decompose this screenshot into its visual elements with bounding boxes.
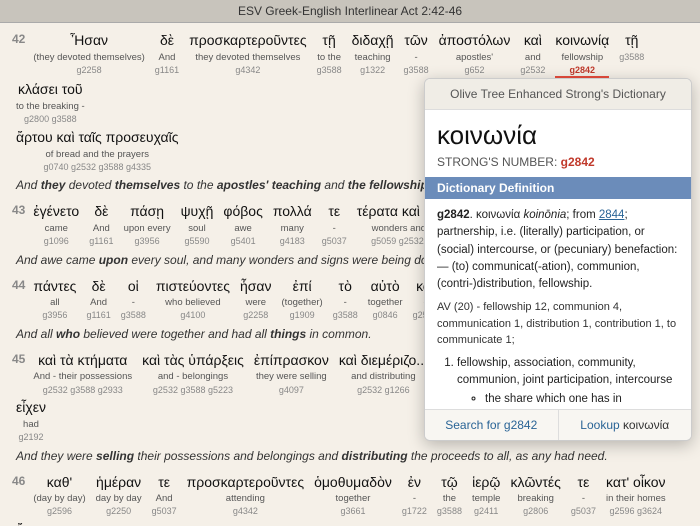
dict-sublist: the share which one has in bbox=[457, 391, 679, 408]
word-kath[interactable]: καθ' (day by day) g2596 bbox=[33, 473, 85, 518]
header-title: ESV Greek-English Interlinear Act 2:42-4… bbox=[238, 4, 462, 18]
word-proskarterountes-42[interactable]: προσκαρτεροῦντες they devoted themselves… bbox=[189, 31, 306, 76]
word-proskarterountes-46[interactable]: προσκαρτεροῦντες attending g4342 bbox=[187, 473, 304, 518]
word-hoi[interactable]: οἱ - g3588 bbox=[121, 277, 146, 322]
verse-number-45: 45 bbox=[12, 351, 25, 368]
verse-number-44: 44 bbox=[12, 277, 25, 294]
word-egeneto[interactable]: ἐγένετο came g1096 bbox=[33, 202, 79, 247]
word-arton[interactable]: ἄρτον bread g0740 bbox=[16, 520, 52, 526]
word-de-43[interactable]: δὲ And g1161 bbox=[89, 202, 113, 247]
verse-number-42: 42 bbox=[12, 31, 25, 48]
dict-greek-title: κοινωνία bbox=[425, 110, 691, 155]
dict-body-text1: g2842. κοινωνία koinōnia; from 2844; par… bbox=[437, 207, 679, 293]
word-pase[interactable]: πάσῃ upon every g3956 bbox=[124, 202, 171, 247]
dict-source-label: Olive Tree Enhanced Strong's Dictionary bbox=[450, 87, 666, 101]
word-te-43[interactable]: τε - g5037 bbox=[322, 202, 347, 247]
word-apostolon[interactable]: ἀποστόλων apostles' g652 bbox=[439, 31, 511, 76]
lookup-button[interactable]: Lookup κοινωνία bbox=[559, 410, 692, 440]
word-to-46[interactable]: τῷ the g3588 bbox=[437, 473, 462, 518]
dict-av-line: AV (20) - fellowship 12, communion 4, co… bbox=[437, 299, 679, 349]
word-pantes[interactable]: πάντες all g3956 bbox=[33, 277, 76, 322]
dict-footer: Search for g2842 Lookup κοινωνία bbox=[425, 409, 691, 440]
verse-46-interlinear: 46 καθ' (day by day) g2596 ἡμέραν day by… bbox=[12, 473, 688, 526]
verse-46: 46 καθ' (day by day) g2596 ἡμέραν day by… bbox=[12, 473, 688, 526]
strongs-label: STRONG'S NUMBER: bbox=[437, 155, 557, 169]
verse-number-43: 43 bbox=[12, 202, 25, 219]
word-kat-oikon[interactable]: κατ' οἶκον in their homes g2596 g3624 bbox=[606, 473, 666, 518]
word-te2-42[interactable]: τῇ g3588 bbox=[619, 31, 644, 63]
verse-45-translation: And they were selling their possessions … bbox=[12, 448, 688, 465]
dict-header: Olive Tree Enhanced Strong's Dictionary bbox=[425, 79, 691, 110]
word-isan[interactable]: Ἦσαν (they devoted themselves) g2258 bbox=[33, 31, 144, 76]
dictionary-panel: Olive Tree Enhanced Strong's Dictionary … bbox=[424, 78, 692, 441]
word-klontes[interactable]: κλῶντές breaking g2806 bbox=[510, 473, 560, 518]
word-te-42[interactable]: τῇ to the g3588 bbox=[317, 31, 342, 76]
word-psyche[interactable]: ψυχῇ soul g5590 bbox=[181, 202, 214, 247]
dict-list: fellowship, association, community, comm… bbox=[437, 355, 679, 409]
word-hyparxeis[interactable]: καὶ τὰς ὑπάρξεις and - belongings g2532 … bbox=[142, 351, 244, 396]
word-auto[interactable]: αὐτὸ together g0846 bbox=[368, 277, 403, 322]
word-to[interactable]: τὸ - g3588 bbox=[333, 277, 358, 322]
word-pisteuontes[interactable]: πιστεύοντες who believed g4100 bbox=[156, 277, 230, 322]
search-button[interactable]: Search for g2842 bbox=[425, 410, 559, 440]
word-didache[interactable]: διδαχῇ teaching g1322 bbox=[352, 31, 394, 76]
word-de-44[interactable]: δὲ And g1161 bbox=[86, 277, 110, 322]
word-klasei-42[interactable]: κλάσει τοῦ to the breaking - g2800 g3588 bbox=[16, 80, 85, 125]
verse-number-46: 46 bbox=[12, 473, 25, 490]
app-header: ESV Greek-English Interlinear Act 2:42-4… bbox=[0, 0, 700, 23]
dict-strongs-line: STRONG'S NUMBER: g2842 bbox=[425, 155, 691, 177]
word-epiprraskon[interactable]: ἐπίπρασκον they were selling g4097 bbox=[254, 351, 329, 396]
word-polla[interactable]: πολλά many g4183 bbox=[273, 202, 312, 247]
word-de-42[interactable]: δὲ And g1161 bbox=[155, 31, 179, 76]
word-kai-42[interactable]: καὶ and g2532 bbox=[520, 31, 545, 76]
word-ton[interactable]: τῶν - g3588 bbox=[404, 31, 429, 76]
strongs-number: g2842 bbox=[561, 155, 595, 169]
word-epi[interactable]: ἐπί (together) g1909 bbox=[282, 277, 323, 322]
dict-section-title: Dictionary Definition bbox=[425, 177, 691, 199]
word-artou[interactable]: ἄρτου καὶ ταῖς προσευχαῖς of bread and t… bbox=[16, 128, 179, 173]
word-te2-46[interactable]: τε - g5037 bbox=[571, 473, 596, 518]
word-hemeran[interactable]: ἡμέραν day by day g2250 bbox=[96, 473, 142, 518]
word-en-46[interactable]: ἐν - g1722 bbox=[402, 473, 427, 518]
word-diemerizo[interactable]: καὶ διεμέριζο... and distributing g2532 … bbox=[339, 351, 428, 396]
word-phobos[interactable]: φόβος awe g5401 bbox=[223, 202, 262, 247]
word-hiero[interactable]: ἱερῷ temple g2411 bbox=[472, 473, 501, 518]
word-ktimata[interactable]: καὶ τὰ κτήματα And - their possessions g… bbox=[33, 351, 132, 396]
word-homothumadon[interactable]: ὁμοθυμαδὸν together g3661 bbox=[314, 473, 392, 518]
strongs-link[interactable]: 2844 bbox=[599, 209, 625, 221]
word-esan[interactable]: ἦσαν were g2258 bbox=[240, 277, 272, 322]
dict-list-item-1: fellowship, association, community, comm… bbox=[457, 355, 679, 409]
word-koinonia[interactable]: κοινωνίᾳ fellowship g2842 bbox=[555, 31, 609, 78]
dict-body: g2842. κοινωνία koinōnia; from 2844; par… bbox=[425, 199, 691, 409]
word-te-46[interactable]: τε And g5037 bbox=[152, 473, 177, 518]
dict-sublist-item-1a: the share which one has in bbox=[485, 391, 679, 408]
word-eichen-45[interactable]: εἶχεν had g2192 bbox=[16, 398, 46, 443]
